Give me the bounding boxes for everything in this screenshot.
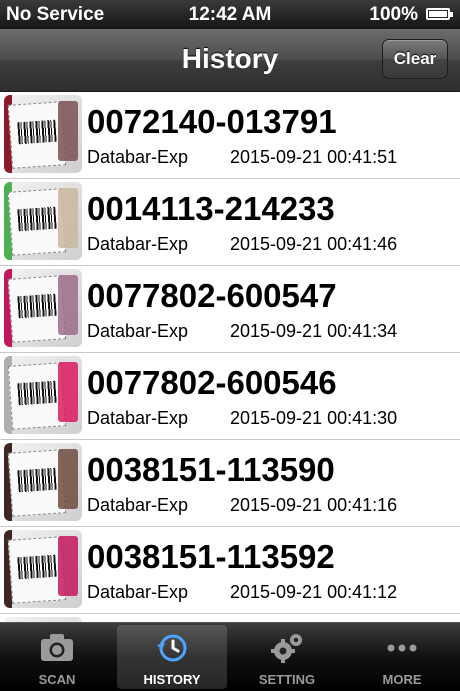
barcode-type: Databar-Exp [87,147,189,167]
tab-bar: SCAN HISTORY SETTING MORE [0,622,460,691]
battery-full-icon [426,8,453,20]
barcode-number: 0014113-214233 [87,190,335,227]
tab-label: SETTING [258,672,316,687]
product-graphic [58,275,78,335]
coupon-thumbnail [4,95,82,173]
history-row[interactable]: 0072140-013791 Databar-Exp 2015-09-21 00… [0,92,460,179]
scan-timestamp: 2015-09-21 00:41:34 [230,321,398,341]
product-graphic [58,449,78,509]
tab-label: MORE [382,672,422,687]
scan-timestamp: 2015-09-21 00:41:12 [230,582,398,602]
product-graphic [58,101,78,161]
tab-label: HISTORY [143,672,201,687]
history-row[interactable]: 0077802-600547 Databar-Exp 2015-09-21 00… [0,266,460,353]
history-row[interactable]: 0014113-214233 Databar-Exp 2015-09-21 00… [0,179,460,266]
barcode-number: 0038151-113590 [87,451,335,488]
barcode-number: 0038151-113592 [87,538,335,575]
barcode-type: Databar-Exp [87,408,189,428]
barcode-type: Databar-Exp [87,321,189,341]
history-row[interactable]: 0038151-113590 Databar-Exp 2015-09-21 00… [0,440,460,527]
barcode-graphic [17,206,57,232]
barcode-graphic [17,380,57,406]
coupon-thumbnail [4,530,82,608]
barcode-type: Databar-Exp [87,234,189,254]
clear-button[interactable]: Clear [382,39,448,79]
tab-label: SCAN [38,672,76,687]
barcode-graphic [17,554,57,580]
history-row[interactable]: 0077802-600546 Databar-Exp 2015-09-21 00… [0,353,460,440]
navigation-bar: History Clear [0,29,460,92]
tab-setting[interactable]: SETTING [232,625,342,689]
barcode-type: Databar-Exp [87,582,189,602]
history-row[interactable]: 0038151-113592 Databar-Exp 2015-09-21 00… [0,527,460,614]
barcode-graphic [17,467,57,493]
tab-history[interactable]: HISTORY [117,625,227,689]
product-graphic [58,536,78,596]
coupon-thumbnail [4,269,82,347]
barcode-number: 0072140-013791 [87,103,337,140]
scan-timestamp: 2015-09-21 00:41:46 [230,234,398,254]
battery-percentage: 100% [369,4,418,25]
scan-timestamp: 2015-09-21 00:41:51 [230,147,398,167]
status-bar: No Service 12:42 AM 100% [0,0,460,29]
barcode-type: Databar-Exp [87,495,189,515]
tab-more[interactable]: MORE [347,625,457,689]
scan-timestamp: 2015-09-21 00:41:16 [230,495,398,515]
history-clock-icon [157,634,187,662]
coupon-thumbnail [4,356,82,434]
history-row-partial[interactable] [0,614,460,622]
barcode-number: 0077802-600547 [87,277,337,314]
more-dots-icon [387,644,417,652]
gears-icon [271,634,302,663]
scan-timestamp: 2015-09-21 00:41:30 [230,408,398,428]
product-graphic [58,188,78,248]
barcode-number: 0077802-600546 [87,364,337,401]
barcode-graphic [17,293,57,319]
tab-scan[interactable]: SCAN [2,625,112,689]
history-list[interactable]: 0072140-013791 Databar-Exp 2015-09-21 00… [0,92,460,622]
barcode-graphic [17,119,57,145]
product-graphic [58,362,78,422]
coupon-thumbnail [4,443,82,521]
coupon-thumbnail [4,182,82,260]
camera-icon [41,634,73,661]
